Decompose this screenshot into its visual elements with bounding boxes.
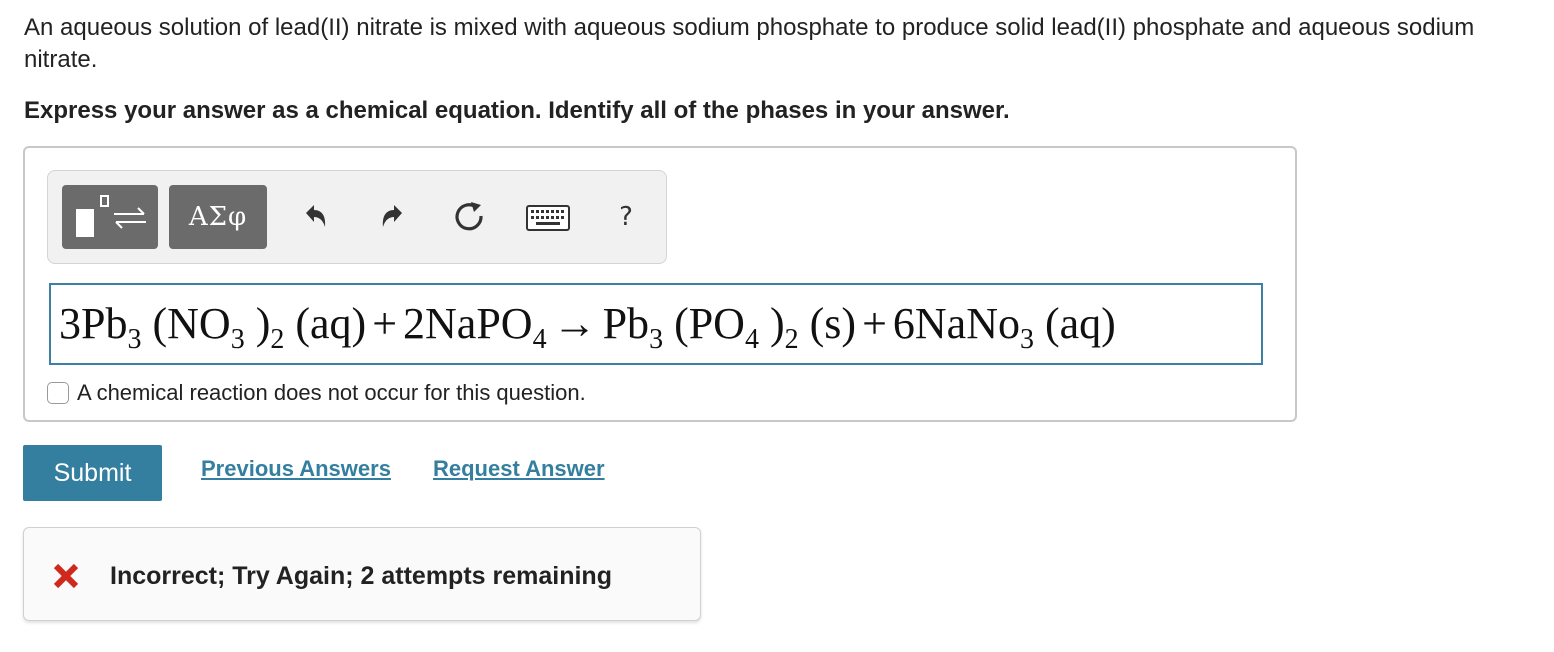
keyboard-icon[interactable] bbox=[526, 205, 570, 231]
instruction-text: Express your answer as a chemical equati… bbox=[24, 97, 1010, 124]
symbols-button[interactable]: ΑΣφ bbox=[169, 185, 267, 249]
x-icon bbox=[52, 562, 80, 590]
no-reaction-checkbox[interactable] bbox=[47, 382, 69, 404]
reaction-arrow: → bbox=[552, 299, 597, 348]
product-2: 6NaNo3 (aq) bbox=[892, 299, 1116, 355]
math-toolbar: ΑΣφ ? bbox=[47, 170, 667, 264]
product-1: Pb3 (PO4 )2 (s) bbox=[602, 299, 857, 355]
question-page: An aqueous solution of lead(II) nitrate … bbox=[0, 0, 1554, 652]
redo-icon[interactable] bbox=[376, 199, 412, 235]
templates-button[interactable] bbox=[62, 185, 158, 249]
no-reaction-option: A chemical reaction does not occur for t… bbox=[47, 378, 586, 408]
reactant-2: 2NaPO4 bbox=[403, 299, 547, 355]
question-text: An aqueous solution of lead(II) nitrate … bbox=[24, 14, 1475, 73]
previous-answers-link[interactable]: Previous Answers bbox=[201, 456, 391, 482]
feedback-message: Incorrect; Try Again; 2 attempts remaini… bbox=[110, 562, 612, 590]
plus-sign: + bbox=[862, 299, 887, 348]
help-button[interactable]: ? bbox=[612, 197, 640, 237]
submit-button[interactable]: Submit bbox=[23, 445, 162, 501]
reset-icon[interactable] bbox=[452, 199, 488, 235]
reactant-1: 3Pb3 (NO3 )2 (aq) bbox=[59, 299, 367, 355]
answer-box: ΑΣφ ? 3Pb3 (NO3)2 (aq) + 2NaPO4 → Pb3 (… bbox=[23, 146, 1297, 422]
plus-sign: + bbox=[372, 299, 398, 348]
request-answer-link[interactable]: Request Answer bbox=[433, 456, 605, 482]
no-reaction-label: A chemical reaction does not occur for t… bbox=[77, 380, 586, 405]
equation-input[interactable]: 3Pb3 (NO3 )2 (aq) +2NaPO4 → Pb3 (PO4 )2 (s)… bbox=[49, 283, 1263, 365]
feedback-box: Incorrect; Try Again; 2 attempts remaini… bbox=[23, 527, 701, 621]
undo-icon[interactable] bbox=[296, 199, 332, 235]
